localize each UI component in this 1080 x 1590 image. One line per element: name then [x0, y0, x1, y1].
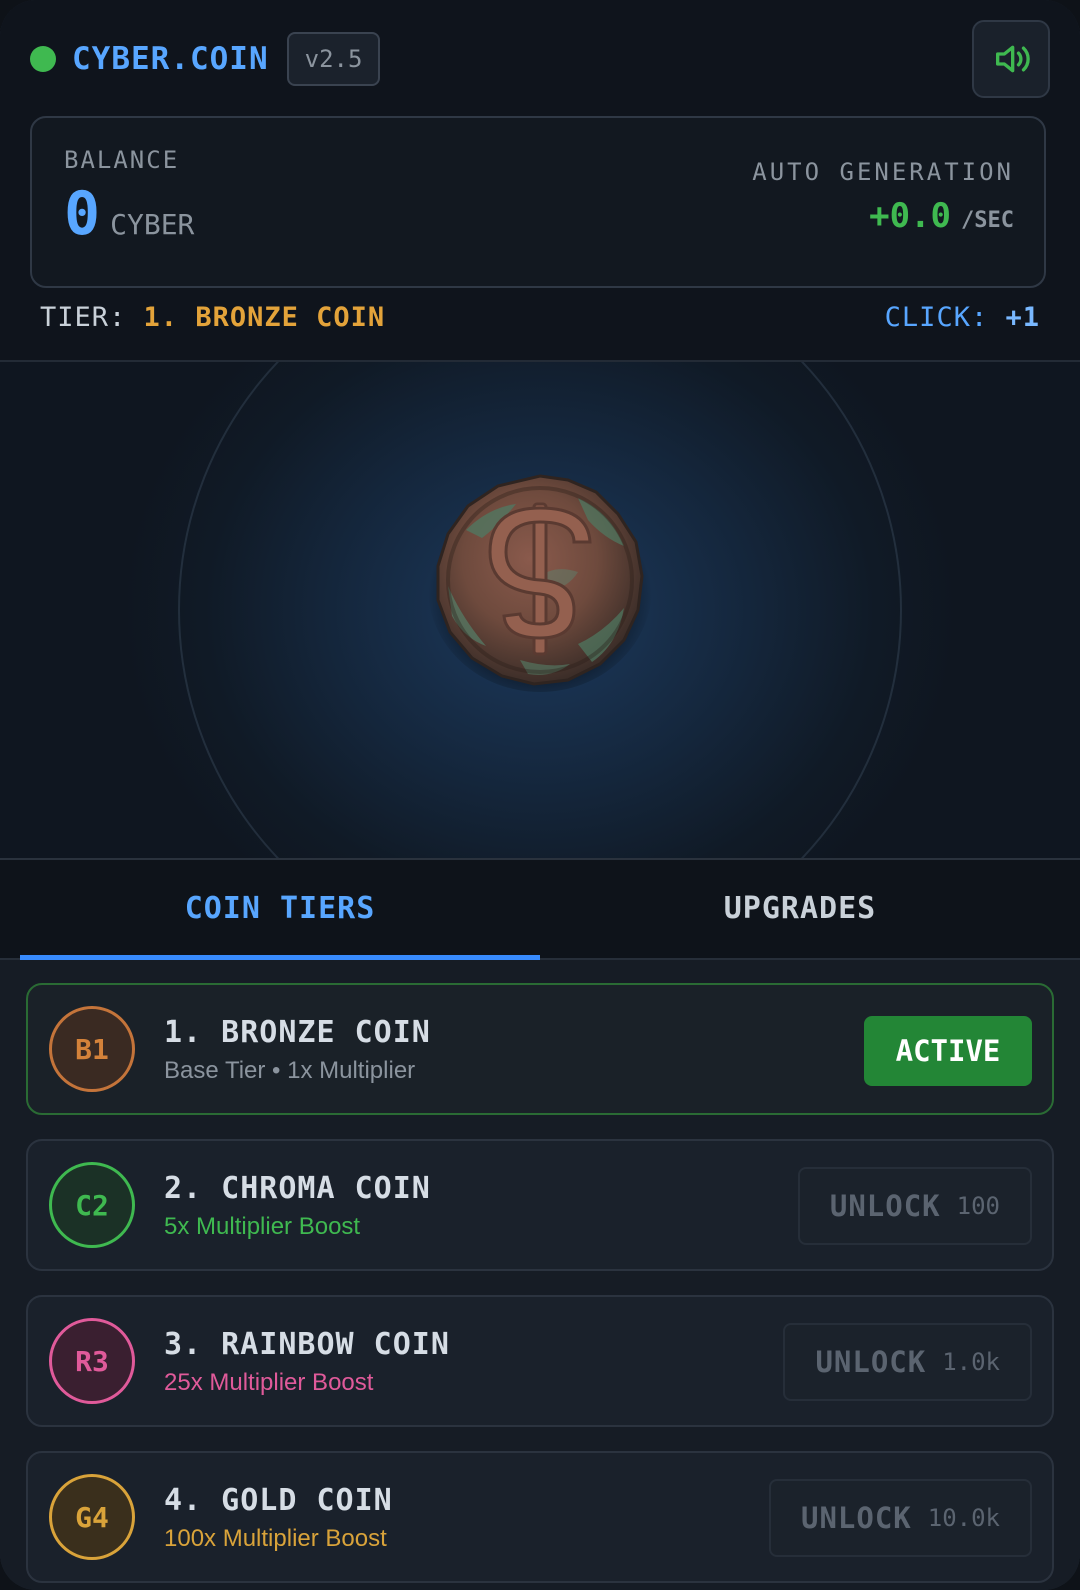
tab-bar: COIN TIERS UPGRADES — [0, 860, 1080, 960]
click-power: CLICK: +1 — [885, 302, 1040, 333]
tier-card-chroma: C2 2. CHROMA COIN 5x Multiplier Boost UN… — [26, 1139, 1054, 1271]
balance-value: 0 — [64, 179, 101, 249]
tier-card-gold: G4 4. GOLD COIN 100x Multiplier Boost UN… — [26, 1451, 1054, 1583]
tier-card-rainbow: R3 3. RAINBOW COIN 25x Multiplier Boost … — [26, 1295, 1054, 1427]
version-badge: v2.5 — [286, 32, 381, 86]
click-value: +1 — [1005, 302, 1040, 333]
sound-toggle-button[interactable] — [972, 20, 1050, 98]
speaker-volume-icon — [996, 45, 1030, 73]
unlock-cost: 10.0k — [927, 1504, 1000, 1532]
balance-unit: CYBER — [110, 208, 195, 241]
bronze-dollar-coin-icon[interactable] — [428, 468, 652, 692]
app-window: CYBER.COIN v2.5 BALANCE 0 CYBER AUTO GEN… — [0, 0, 1080, 1590]
unlock-rainbow-button[interactable]: UNLOCK 1.0k — [783, 1323, 1032, 1401]
tier-title: 4. GOLD COIN — [164, 1483, 393, 1518]
tier-badge: R3 — [49, 1318, 135, 1404]
online-status-dot — [30, 46, 56, 72]
tier-list: B1 1. BRONZE COIN Base Tier • 1x Multipl… — [0, 960, 1080, 1590]
tab-upgrades[interactable]: UPGRADES — [540, 860, 1060, 958]
header: CYBER.COIN v2.5 BALANCE 0 CYBER AUTO GEN… — [0, 0, 1080, 362]
tier-badge: B1 — [49, 1006, 135, 1092]
unlock-label: UNLOCK — [815, 1345, 927, 1379]
app-title: CYBER.COIN — [72, 41, 269, 77]
auto-generation-value: +0.0 — [869, 196, 952, 236]
balance-value-row: 0 CYBER — [64, 184, 194, 244]
click-label: CLICK: — [884, 302, 989, 333]
unlock-gold-button[interactable]: UNLOCK 10.0k — [768, 1479, 1032, 1557]
brand-row: CYBER.COIN v2.5 — [30, 32, 381, 86]
unlock-label: UNLOCK — [800, 1501, 912, 1535]
tier-subtitle: 5x Multiplier Boost — [164, 1213, 361, 1240]
unlock-chroma-button[interactable]: UNLOCK 100 — [797, 1167, 1032, 1245]
tier-subtitle: Base Tier • 1x Multiplier — [164, 1057, 416, 1084]
tier-title: 1. BRONZE COIN — [164, 1015, 431, 1050]
balance-card: BALANCE 0 CYBER AUTO GENERATION +0.0 /SE… — [30, 116, 1046, 288]
active-button[interactable]: ACTIVE — [864, 1016, 1032, 1086]
tier-label: TIER: — [40, 302, 127, 333]
unlock-cost: 100 — [956, 1192, 1000, 1220]
auto-generation-row: +0.0 /SEC — [869, 196, 1014, 236]
tier-title: 2. CHROMA COIN — [164, 1171, 431, 1206]
tier-title: 3. RAINBOW COIN — [164, 1327, 450, 1362]
tab-coin-tiers[interactable]: COIN TIERS — [20, 860, 540, 960]
coin-stage — [0, 362, 1080, 860]
tier-subtitle: 25x Multiplier Boost — [164, 1369, 374, 1396]
tier-subtitle: 100x Multiplier Boost — [164, 1525, 387, 1552]
balance-label: BALANCE — [64, 146, 180, 174]
auto-generation-label: AUTO GENERATION — [752, 158, 1014, 186]
current-tier: TIER: 1. BRONZE COIN — [40, 302, 385, 333]
tier-badge: C2 — [49, 1162, 135, 1248]
tier-card-bronze: B1 1. BRONZE COIN Base Tier • 1x Multipl… — [26, 983, 1054, 1115]
tier-badge: G4 — [49, 1474, 135, 1560]
unlock-cost: 1.0k — [942, 1348, 1000, 1376]
tier-name: 1. BRONZE COIN — [143, 302, 386, 333]
unlock-label: UNLOCK — [829, 1189, 941, 1223]
auto-generation-unit: /SEC — [961, 208, 1014, 233]
